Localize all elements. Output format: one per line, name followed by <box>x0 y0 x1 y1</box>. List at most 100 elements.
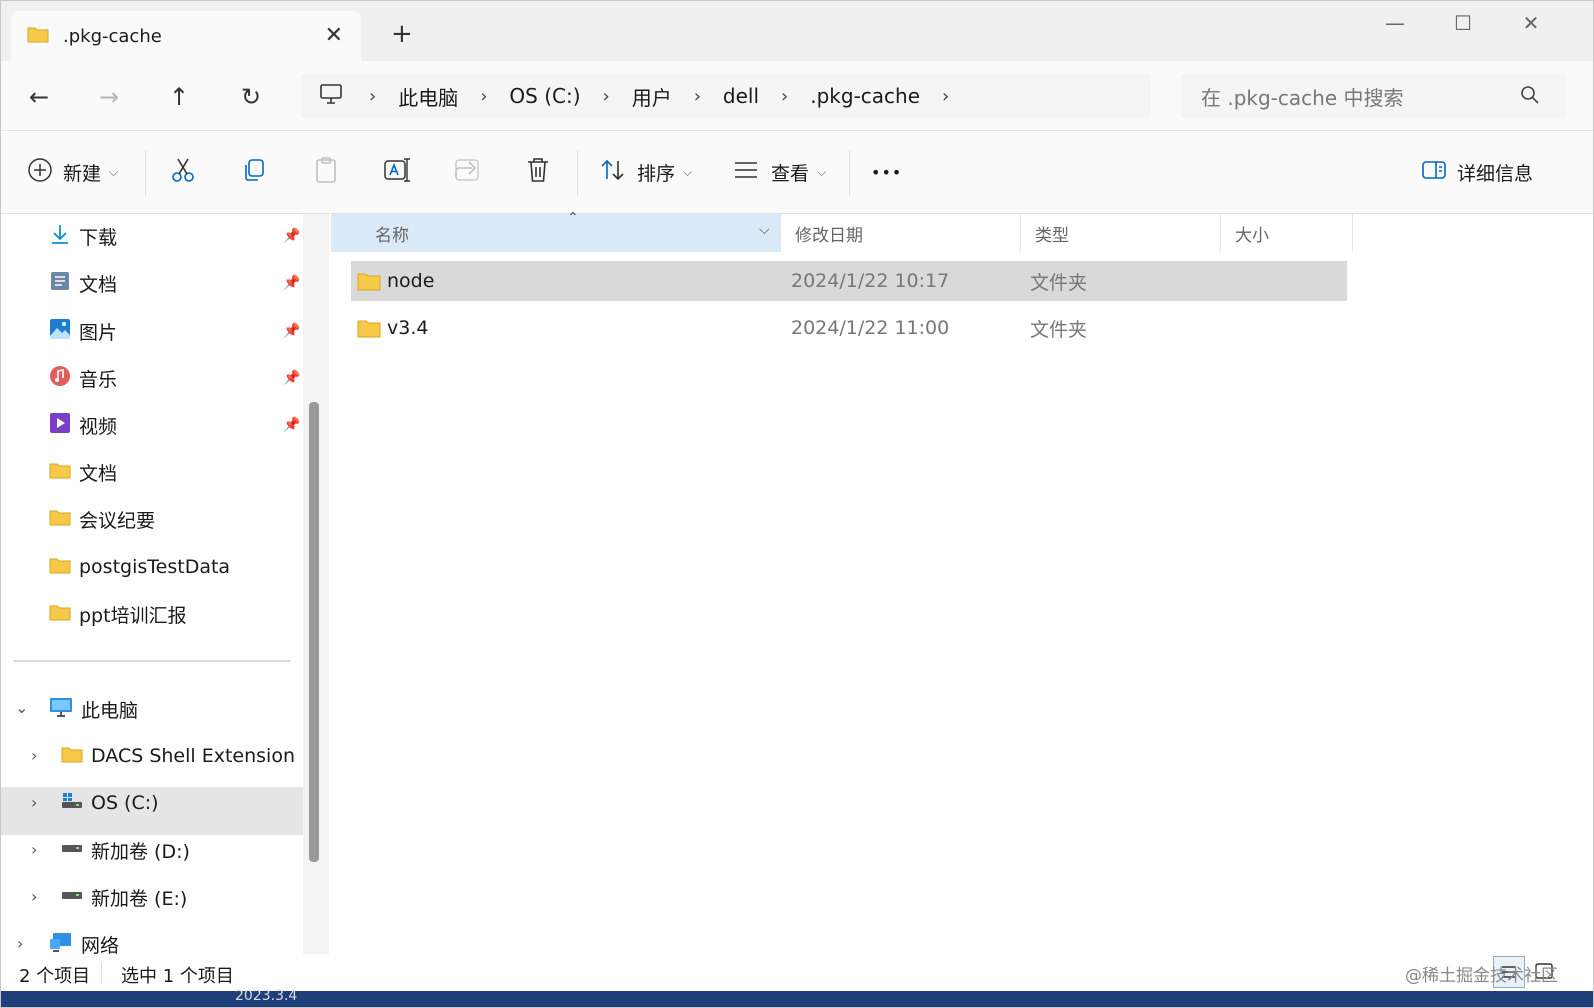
folder-icon <box>49 603 71 626</box>
forward-button[interactable]: → <box>93 81 125 113</box>
scissors-icon <box>169 156 197 189</box>
divider <box>145 150 146 196</box>
paste-button[interactable] <box>313 154 339 190</box>
breadcrumb-separator[interactable]: › <box>942 86 949 107</box>
folder-icon <box>49 508 71 531</box>
tab-close-icon[interactable]: ✕ <box>325 25 343 47</box>
table-row[interactable]: node 2024/1/22 10:17 文件夹 <box>351 261 1347 301</box>
new-tab-button[interactable]: + <box>391 21 413 47</box>
chevron-right-icon[interactable]: › <box>31 746 37 765</box>
sidebar-item-label: 下载 <box>79 226 118 249</box>
breadcrumb-pkg-cache[interactable]: .pkg-cache <box>810 84 920 108</box>
sidebar-item-label: 会议纪要 <box>79 509 156 532</box>
file-date: 2024/1/22 10:17 <box>791 270 950 292</box>
sort-button[interactable]: 排序 ⌵ <box>599 154 692 190</box>
sidebar-item-documents[interactable]: 文档 <box>49 263 117 303</box>
sidebar-item-meeting-notes[interactable]: 会议纪要 <box>49 499 155 539</box>
column-header-size[interactable]: 大小 <box>1221 214 1353 252</box>
new-label: 新建 <box>63 162 102 185</box>
sidebar-item-videos[interactable]: 视频 <box>49 405 117 445</box>
selection-count: 选中 1 个项目 <box>121 966 234 987</box>
sidebar-scrollbar[interactable] <box>309 402 319 862</box>
tab-pkg-cache[interactable]: .pkg-cache ✕ <box>11 11 361 61</box>
folder-icon <box>49 556 71 579</box>
file-explorer-window: .pkg-cache ✕ + — ☐ ✕ ← → ↑ ↻ › 此电脑 › OS … <box>0 0 1594 1008</box>
rename-button[interactable] <box>383 154 411 190</box>
sidebar-item-folder-docs[interactable]: 文档 <box>49 452 117 492</box>
command-bar: 新建 ⌵ 排序 ⌵ 查看 ⌵ ••• 详细信息 <box>1 132 1593 214</box>
new-button[interactable]: 新建 ⌵ <box>27 154 118 190</box>
folder-icon <box>357 271 381 296</box>
back-button[interactable]: ← <box>23 81 55 113</box>
folder-icon <box>357 318 381 343</box>
breadcrumb-this-pc[interactable]: 此电脑 <box>398 82 458 111</box>
chevron-down-icon[interactable]: ⌄ <box>15 698 28 717</box>
sidebar-item-label: 图片 <box>79 321 118 344</box>
pin-icon[interactable]: 📌 <box>283 323 300 339</box>
view-button[interactable]: 查看 ⌵ <box>733 154 826 190</box>
sidebar-item-this-pc[interactable]: 此电脑 <box>49 689 138 729</box>
address-bar[interactable]: › 此电脑 › OS (C:) › 用户 › dell › .pkg-cache… <box>301 73 1151 119</box>
folder-icon <box>27 25 49 47</box>
sort-icon <box>599 157 627 188</box>
chevron-right-icon[interactable]: › <box>17 934 23 953</box>
column-name-label: 名称 <box>375 225 409 246</box>
sidebar-item-dacs[interactable]: DACS Shell Extension <box>61 736 295 776</box>
share-button[interactable] <box>453 154 481 190</box>
file-name: node <box>387 270 435 292</box>
chevron-right-icon[interactable]: › <box>31 793 37 812</box>
copy-icon <box>241 157 267 188</box>
sidebar-item-label: 文档 <box>79 273 118 296</box>
sidebar-item-drive-e[interactable]: 新加卷 (E:) <box>61 877 187 917</box>
picture-icon <box>49 318 71 345</box>
sidebar-item-ppt[interactable]: ppt培训汇报 <box>49 594 187 634</box>
more-options-button[interactable]: ••• <box>871 154 902 190</box>
sidebar-item-label: 视频 <box>79 415 118 438</box>
details-pane-button[interactable]: 详细信息 <box>1421 154 1533 190</box>
maximize-button[interactable]: ☐ <box>1443 11 1483 35</box>
close-window-button[interactable]: ✕ <box>1511 11 1551 35</box>
chevron-right-icon[interactable]: › <box>31 840 37 859</box>
copy-button[interactable] <box>241 154 267 190</box>
column-header-date[interactable]: 修改日期 <box>781 214 1021 252</box>
sort-label: 排序 <box>637 162 676 185</box>
breadcrumb-dell[interactable]: dell <box>723 84 759 108</box>
breadcrumb-os-c[interactable]: OS (C:) <box>509 84 580 108</box>
column-header-name[interactable]: 名称 ⌃ ⌵ <box>331 210 781 252</box>
column-header-type[interactable]: 类型 <box>1021 214 1221 252</box>
sidebar-item-drive-d[interactable]: 新加卷 (D:) <box>61 830 190 870</box>
search-input[interactable]: 在 .pkg-cache 中搜索 <box>1181 73 1566 119</box>
pin-icon[interactable]: 📌 <box>283 417 300 433</box>
clipboard-icon <box>313 156 339 189</box>
sidebar-item-postgis[interactable]: postgisTestData <box>49 547 230 587</box>
navigation-pane: 下载 📌 文档 📌 图片 📌 音乐 📌 视频 📌 文档 会议纪要 postgis… <box>1 214 331 964</box>
chevron-right-icon[interactable]: › <box>31 887 37 906</box>
up-button[interactable]: ↑ <box>163 81 195 113</box>
sidebar-divider <box>13 660 291 662</box>
chevron-down-icon[interactable]: ⌵ <box>759 222 770 238</box>
minimize-button[interactable]: — <box>1375 11 1415 35</box>
table-row[interactable]: v3.4 2024/1/22 11:00 文件夹 <box>351 308 1347 348</box>
breadcrumb-users[interactable]: 用户 <box>632 82 672 111</box>
music-icon <box>49 365 71 392</box>
column-date-label: 修改日期 <box>795 225 863 246</box>
file-type: 文件夹 <box>1030 271 1088 294</box>
sidebar-item-music[interactable]: 音乐 <box>49 358 117 398</box>
plus-circle-icon <box>27 157 53 188</box>
cut-button[interactable] <box>169 154 197 190</box>
item-count: 2 个项目 <box>19 966 91 987</box>
sidebar-item-label: ppt培训汇报 <box>79 604 187 627</box>
pin-icon[interactable]: 📌 <box>283 370 300 386</box>
system-drive-icon <box>61 791 83 816</box>
sidebar-item-pictures[interactable]: 图片 <box>49 311 117 351</box>
column-type-label: 类型 <box>1035 225 1069 246</box>
delete-button[interactable] <box>525 154 551 190</box>
refresh-button[interactable]: ↻ <box>235 81 267 113</box>
pin-icon[interactable]: 📌 <box>283 228 300 244</box>
sidebar-item-downloads[interactable]: 下载 <box>49 216 117 256</box>
file-name: v3.4 <box>387 317 429 339</box>
sidebar-item-os-c[interactable]: OS (C:) <box>61 783 159 823</box>
sidebar-item-label: 此电脑 <box>81 699 139 722</box>
pin-icon[interactable]: 📌 <box>283 275 300 291</box>
search-icon[interactable] <box>1520 85 1540 110</box>
